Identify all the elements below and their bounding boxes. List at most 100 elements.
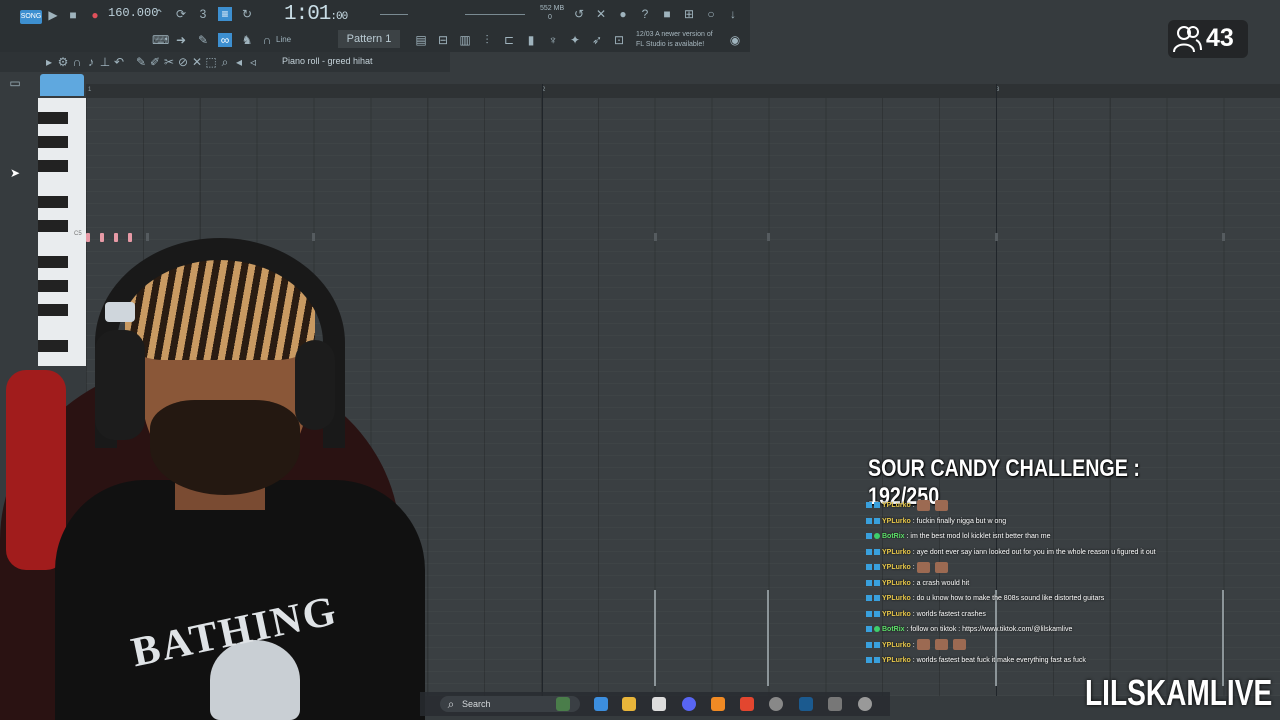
loop-record-icon[interactable]: ↻ [240, 7, 254, 21]
search-icon[interactable]: ⌕ [444, 697, 458, 711]
note[interactable] [114, 233, 118, 242]
black-key[interactable] [38, 304, 68, 316]
search-label[interactable]: Search [462, 699, 491, 709]
chat-username: YPLurko [882, 502, 911, 509]
play-icon[interactable]: ▶ [46, 8, 60, 22]
sub-badge-icon [874, 610, 880, 617]
undo-small-icon[interactable]: ↶ [112, 55, 126, 69]
note[interactable] [86, 233, 90, 242]
undo-icon[interactable]: ↺ [572, 7, 586, 21]
wait-icon[interactable]: ⟳ [174, 7, 188, 21]
tempo-display[interactable]: 160.000 [108, 6, 158, 20]
mod-badge-icon [866, 502, 872, 509]
metronome-icon[interactable]: ⌃ [152, 7, 166, 21]
bot-badge-icon [874, 626, 880, 633]
globe-icon[interactable]: ◉ [728, 33, 742, 47]
plugin-icon[interactable]: ♆ [546, 33, 560, 47]
app-icon[interactable] [828, 697, 842, 711]
pattern-selector[interactable]: Pattern 1 [338, 30, 400, 48]
fx-icon[interactable]: ➶ [590, 33, 604, 47]
velocity-bar[interactable] [767, 590, 769, 686]
discord-icon[interactable] [682, 697, 696, 711]
snap-label[interactable]: Line [276, 35, 291, 44]
stamp-icon[interactable]: ⊥ [98, 55, 112, 69]
stream-frame: SONG ▶ ■ ● 160.000 ⌃ ⟳ 3 ≡ ↻ 1:01:00 552… [0, 0, 1280, 720]
store-icon[interactable] [652, 697, 666, 711]
cart-icon[interactable]: ⊡ [612, 33, 626, 47]
wand-icon[interactable]: ✦ [568, 33, 582, 47]
black-key[interactable] [38, 220, 68, 232]
song-mode-button[interactable]: SONG [20, 10, 42, 24]
chat-icon[interactable]: ○ [704, 7, 718, 21]
obs-icon[interactable] [769, 697, 783, 711]
piano-roll-icon[interactable]: ▥ [458, 33, 472, 47]
emote-icon [916, 639, 930, 651]
step-edit-icon[interactable]: ≡ [218, 7, 232, 21]
cut-icon[interactable]: ✕ [594, 7, 608, 21]
widget-icon[interactable] [556, 697, 570, 711]
chat-message: YPLurko : a crash would hit [866, 576, 1266, 592]
note[interactable] [128, 233, 132, 242]
record-icon[interactable]: ● [88, 8, 102, 22]
countdown-icon[interactable]: 3 [196, 7, 210, 21]
4k-app-icon[interactable] [858, 697, 872, 711]
black-key[interactable] [38, 280, 68, 292]
timeline-ruler[interactable]: 1 2 3 [86, 84, 1280, 98]
help-icon[interactable]: ? [638, 7, 652, 21]
chat-username: YPLurko [882, 610, 911, 618]
folder-icon[interactable] [622, 697, 636, 711]
delete-icon[interactable]: ✂ [162, 55, 176, 69]
paint-icon[interactable]: ✐ [148, 55, 162, 69]
brush-icon[interactable]: ♞ [240, 33, 254, 47]
browser-icon[interactable]: ⊏ [502, 33, 516, 47]
keyboard-scroll-tab[interactable] [40, 74, 84, 96]
note[interactable] [100, 233, 104, 242]
black-key[interactable] [38, 136, 68, 148]
playlist-icon[interactable]: ▤ [414, 33, 428, 47]
velocity-bar[interactable] [654, 590, 656, 686]
channel-rack-icon[interactable]: ⊟ [436, 33, 450, 47]
draw-icon[interactable]: ✎ [134, 55, 148, 69]
update-line-1: A newer version of [655, 31, 713, 38]
steam-icon[interactable] [799, 697, 813, 711]
speaker2-icon[interactable]: ◃ [246, 55, 260, 69]
magnet-icon[interactable]: ∩ [260, 33, 274, 47]
volume-line[interactable] [380, 14, 408, 15]
select-icon[interactable]: ⬚ [204, 55, 218, 69]
mod-badge-icon [866, 595, 872, 602]
update-notice[interactable]: 12/03 A newer version of FL Studio is av… [636, 30, 713, 50]
chat-overlay: YPLurko : YPLurko : fuckin finally nigga… [866, 498, 1266, 669]
pencil-icon[interactable]: ✎ [196, 33, 210, 47]
black-key[interactable] [38, 196, 68, 208]
ghost-note [312, 233, 315, 241]
keyboard-icon[interactable]: ⌨ [152, 33, 169, 47]
browser-folder-icon[interactable]: ▭ [8, 76, 22, 90]
arrow-icon[interactable]: ➜ [174, 33, 188, 47]
copilot-icon[interactable] [594, 697, 608, 711]
mixer-icon[interactable]: ⊞ [682, 7, 696, 21]
link-icon[interactable]: ∞ [218, 33, 232, 47]
save-icon[interactable]: ■ [660, 7, 674, 21]
tools-icon[interactable]: ⚙ [56, 55, 70, 69]
black-key[interactable] [38, 340, 68, 352]
stop-icon[interactable]: ■ [66, 8, 80, 22]
menu-arrow-icon[interactable]: ▸ [42, 55, 56, 69]
file-icon[interactable]: ▮ [524, 33, 538, 47]
slice-icon[interactable]: ✕ [190, 55, 204, 69]
fl-studio-icon[interactable] [711, 697, 725, 711]
pitch-line[interactable] [465, 14, 525, 15]
brave-icon[interactable] [740, 697, 754, 711]
mute-icon[interactable]: ⊘ [176, 55, 190, 69]
chat-text: aye dont ever say iann looked out for yo… [916, 548, 1156, 556]
black-key[interactable] [38, 160, 68, 172]
speaker-icon[interactable]: ♪ [84, 55, 98, 69]
sub-badge-icon [874, 595, 880, 602]
playback-icon[interactable]: ◂ [232, 55, 246, 69]
download-icon[interactable]: ↓ [726, 7, 740, 21]
black-key[interactable] [38, 256, 68, 268]
mixer2-icon[interactable]: ⫶ [480, 33, 494, 47]
mic-icon[interactable]: ● [616, 7, 630, 21]
magnet-snap-icon[interactable]: ∩ [70, 55, 84, 69]
zoom-icon[interactable]: ⌕ [218, 55, 232, 69]
black-key[interactable] [38, 112, 68, 124]
